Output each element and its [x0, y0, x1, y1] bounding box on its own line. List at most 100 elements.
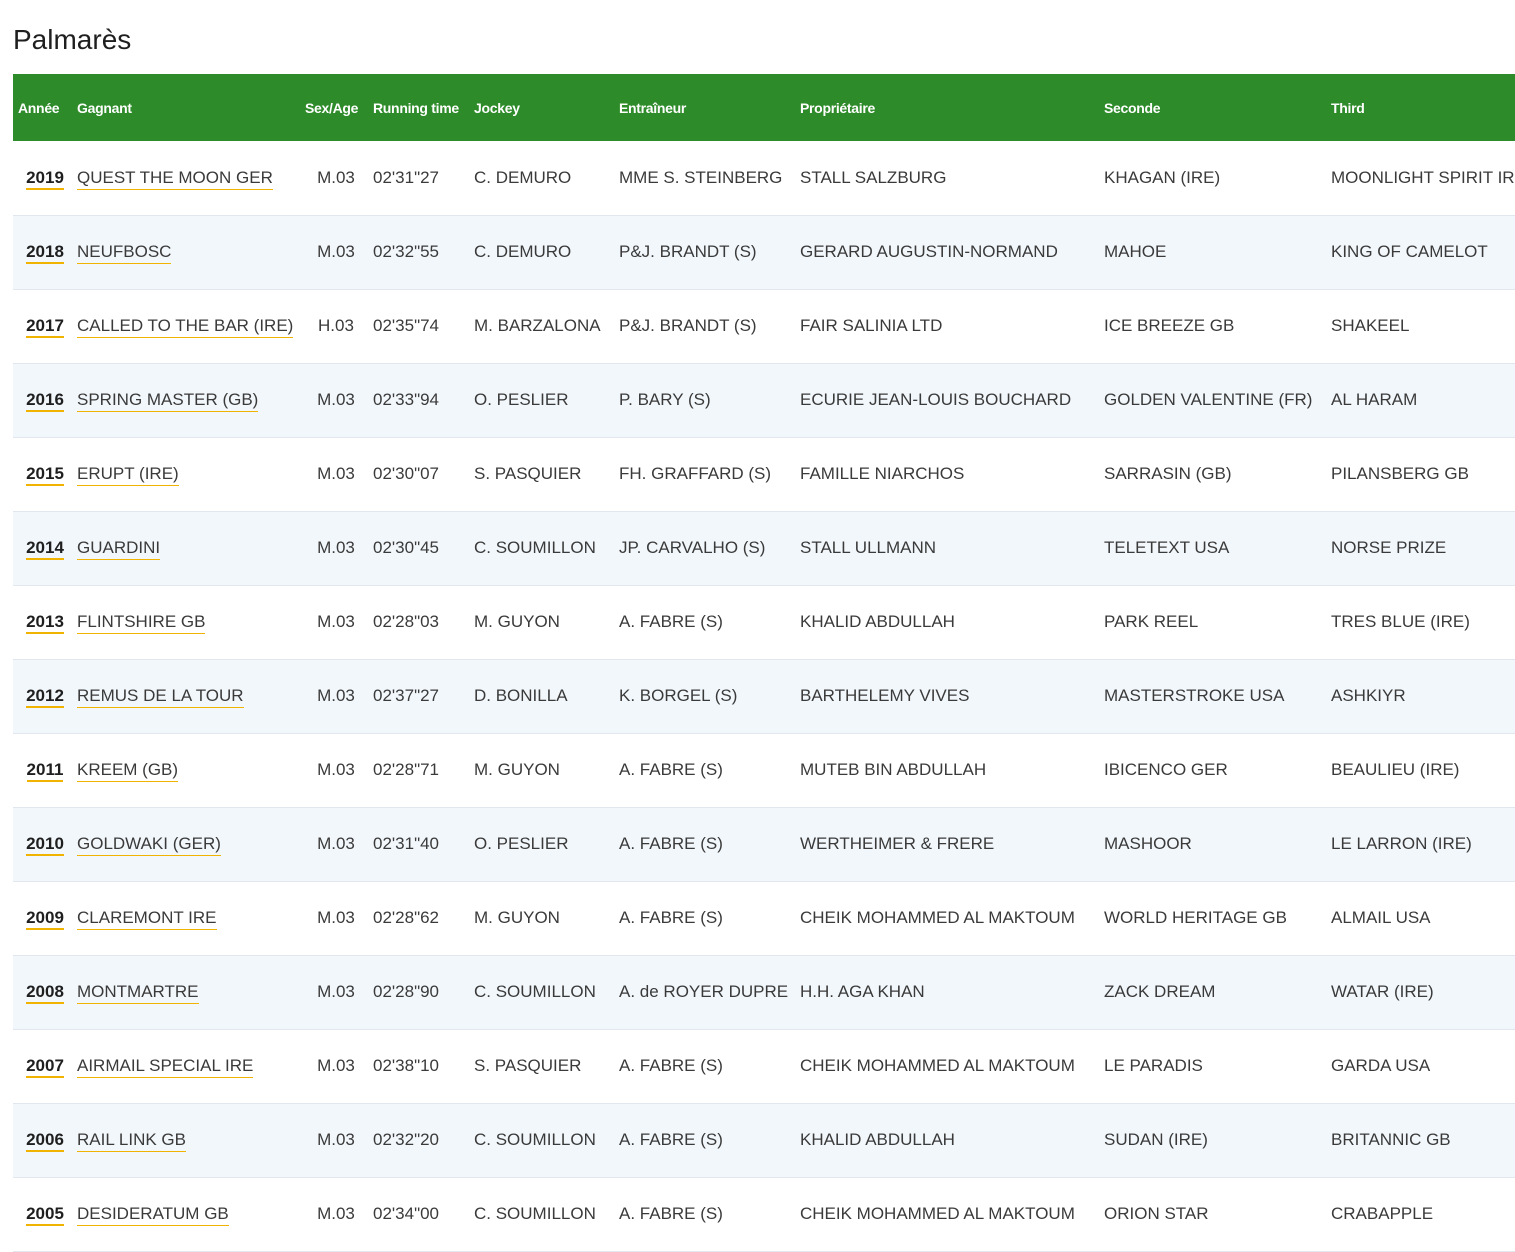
winner-link[interactable]: AIRMAIL SPECIAL IRE: [77, 1056, 254, 1078]
trainer-cell: A. FABRE (S): [619, 1056, 723, 1075]
second-cell: TELETEXT USA: [1104, 538, 1230, 557]
running-time-cell: 02'28"90: [373, 982, 440, 1001]
winner-cell: REMUS DE LA TOUR: [77, 659, 305, 733]
winner-link[interactable]: GOLDWAKI (GER): [77, 834, 221, 856]
third-cell: AL HARAM: [1331, 390, 1418, 409]
column-header-running-time: Running time: [373, 99, 459, 116]
trainer-cell: JP. CARVALHO (S): [619, 538, 766, 557]
year-link[interactable]: 2007: [26, 1056, 64, 1078]
second-cell: MAHOE: [1104, 242, 1167, 261]
winner-cell: DESIDERATUM GB: [77, 1177, 305, 1251]
second-cell: ZACK DREAM: [1104, 982, 1216, 1001]
table-row: 2013 FLINTSHIRE GB M.03 02'28"03 M. GUYON A. …: [13, 585, 1515, 659]
table-row: 2019 QUEST THE MOON GER M.03 02'31"27 C. DEM…: [13, 141, 1515, 215]
running-time-cell: 02'28"62: [373, 908, 440, 927]
jockey-cell: M. GUYON: [474, 760, 560, 779]
winner-cell: MONTMARTRE: [77, 955, 305, 1029]
winner-link[interactable]: CLAREMONT IRE: [77, 908, 217, 930]
jockey-cell: C. SOUMILLON: [474, 982, 596, 1001]
sex-age-cell: H.03: [318, 316, 354, 335]
second-cell: MASTERSTROKE USA: [1104, 686, 1285, 705]
palmares-table: Année Gagnant Sex/Age Running time Jocke…: [13, 74, 1515, 1252]
winner-link[interactable]: QUEST THE MOON GER: [77, 167, 273, 190]
year-cell: 2011: [13, 733, 77, 807]
table-row: 2007 AIRMAIL SPECIAL IRE M.03 02'38"10 S. PA…: [13, 1029, 1515, 1103]
winner-link[interactable]: KREEM (GB): [77, 760, 179, 782]
running-time-cell: 02'30"07: [373, 464, 440, 483]
winner-link[interactable]: FLINTSHIRE GB: [77, 612, 206, 634]
owner-cell: CHEIK MOHAMMED AL MAKTOUM: [800, 908, 1075, 927]
year-cell: 2014: [13, 511, 77, 585]
sex-age-cell: M.03: [317, 834, 355, 853]
jockey-cell: S. PASQUIER: [474, 1056, 582, 1075]
column-header-jockey: Jockey: [474, 99, 520, 116]
trainer-cell: A. FABRE (S): [619, 834, 723, 853]
third-cell: MOONLIGHT SPIRIT IRE: [1331, 167, 1515, 187]
table-row: 2015 ERUPT (IRE) M.03 02'30"07 S. PASQUIER FH…: [13, 437, 1515, 511]
year-cell: 2008: [13, 955, 77, 1029]
trainer-cell: K. BORGEL (S): [619, 686, 738, 705]
year-link[interactable]: 2005: [26, 1204, 64, 1226]
running-time-cell: 02'32"20: [373, 1130, 440, 1149]
winner-link[interactable]: DESIDERATUM GB: [77, 1204, 229, 1226]
year-link[interactable]: 2018: [26, 242, 64, 264]
running-time-cell: 02'38"10: [373, 1056, 440, 1075]
running-time-cell: 02'34"00: [373, 1204, 440, 1223]
year-cell: 2009: [13, 881, 77, 955]
third-cell: NORSE PRIZE: [1331, 538, 1447, 557]
winner-link[interactable]: NEUFBOSC: [77, 242, 172, 264]
column-header-sex-age: Sex/Age: [305, 99, 359, 116]
trainer-cell: FH. GRAFFARD (S): [619, 464, 772, 483]
owner-cell: FAMILLE NIARCHOS: [800, 464, 965, 483]
year-cell: 2013: [13, 585, 77, 659]
year-link[interactable]: 2017: [26, 316, 64, 338]
third-cell: KING OF CAMELOT: [1331, 242, 1488, 261]
table-row: 2016 SPRING MASTER (GB) M.03 02'33"94 O. PES…: [13, 363, 1515, 437]
owner-cell: BARTHELEMY VIVES: [800, 686, 970, 705]
table-row: 2018 NEUFBOSC M.03 02'32"55 C. DEMURO P&J. BR…: [13, 215, 1515, 289]
year-link[interactable]: 2014: [26, 538, 64, 560]
year-link[interactable]: 2011: [26, 760, 64, 782]
year-cell: 2007: [13, 1029, 77, 1103]
third-cell: CRABAPPLE: [1331, 1204, 1434, 1223]
jockey-cell: D. BONILLA: [474, 686, 568, 705]
year-cell: 2010: [13, 807, 77, 881]
sex-age-cell: M.03: [317, 1130, 355, 1149]
winner-cell: KREEM (GB): [77, 733, 305, 807]
table-row: 2010 GOLDWAKI (GER) M.03 02'31"40 O. PESLIER…: [13, 807, 1515, 881]
year-link[interactable]: 2006: [26, 1130, 64, 1152]
trainer-cell: A. FABRE (S): [619, 760, 723, 779]
second-cell: IBICENCO GER: [1104, 760, 1228, 779]
winner-link[interactable]: ERUPT (IRE): [77, 464, 179, 486]
owner-cell: FAIR SALINIA LTD: [800, 316, 943, 335]
year-link[interactable]: 2019: [26, 167, 64, 190]
year-link[interactable]: 2009: [26, 908, 64, 930]
third-cell: PILANSBERG GB: [1331, 464, 1469, 483]
table-row: 2011 KREEM (GB) M.03 02'28"71 M. GUYON A. FAB…: [13, 733, 1515, 807]
year-link[interactable]: 2015: [26, 464, 64, 486]
winner-link[interactable]: SPRING MASTER (GB): [77, 390, 259, 412]
winner-link[interactable]: MONTMARTRE: [77, 982, 199, 1004]
winner-link[interactable]: CALLED TO THE BAR (IRE): [77, 316, 294, 338]
column-header-winner: Gagnant: [77, 99, 132, 116]
winner-cell: GOLDWAKI (GER): [77, 807, 305, 881]
year-link[interactable]: 2013: [26, 612, 64, 634]
winner-link[interactable]: GUARDINI: [77, 538, 161, 560]
winner-link[interactable]: RAIL LINK GB: [77, 1130, 186, 1152]
year-cell: 2018: [13, 215, 77, 289]
winner-cell: CLAREMONT IRE: [77, 881, 305, 955]
year-link[interactable]: 2016: [26, 390, 64, 412]
owner-cell: STALL SALZBURG: [800, 167, 947, 187]
third-cell: ASHKIYR: [1331, 686, 1406, 705]
winner-link[interactable]: REMUS DE LA TOUR: [77, 686, 244, 708]
jockey-cell: C. DEMURO: [474, 242, 572, 261]
trainer-cell: A. FABRE (S): [619, 1130, 723, 1149]
year-link[interactable]: 2008: [26, 982, 64, 1004]
year-link[interactable]: 2010: [26, 834, 64, 856]
owner-cell: CHEIK MOHAMMED AL MAKTOUM: [800, 1204, 1075, 1223]
winner-cell: CALLED TO THE BAR (IRE): [77, 289, 305, 363]
year-link[interactable]: 2012: [26, 686, 64, 708]
table-row: 2008 MONTMARTRE M.03 02'28"90 C. SOUMILLON A.…: [13, 955, 1515, 1029]
sex-age-cell: M.03: [317, 1204, 355, 1223]
third-cell: BRITANNIC GB: [1331, 1130, 1451, 1149]
